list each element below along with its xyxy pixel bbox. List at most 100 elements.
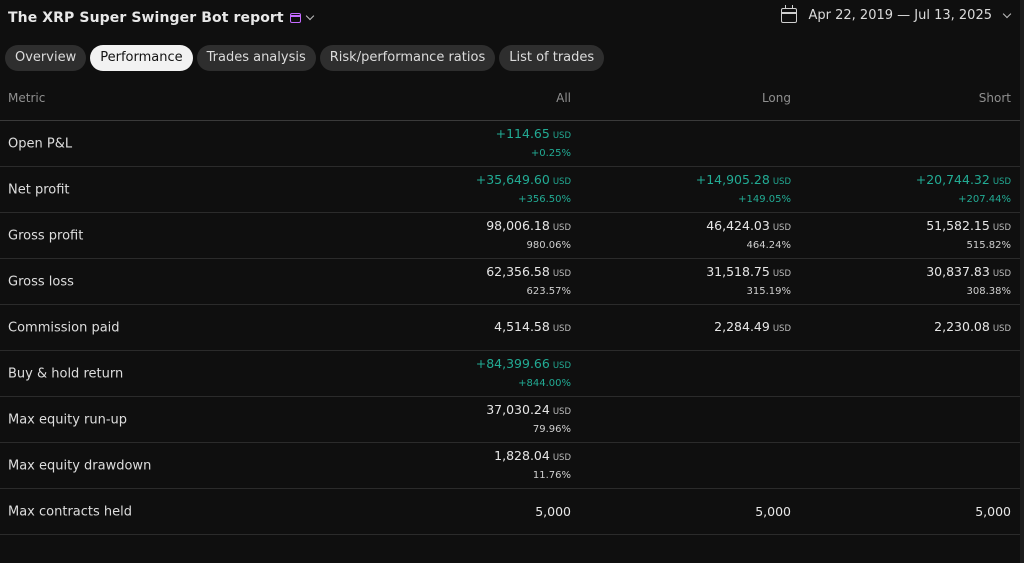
cell-value: 4,514.58 USD bbox=[494, 319, 571, 337]
cell-long: 5,000 bbox=[755, 504, 791, 520]
tab-trades-analysis[interactable]: Trades analysis bbox=[196, 45, 316, 71]
value-text: 5,000 bbox=[975, 503, 1011, 519]
cell-short: 30,837.83 USD 308.38% bbox=[926, 264, 1011, 299]
cell-value: +114.65 USD bbox=[496, 126, 571, 144]
cell-value: 30,837.83 USD bbox=[926, 264, 1011, 282]
currency-unit: USD bbox=[992, 323, 1011, 334]
table-row: Commission paid 4,514.58 USD 2,284.49 USD 2,2… bbox=[0, 305, 1020, 351]
currency-unit: USD bbox=[772, 323, 791, 334]
column-header-metric: Metric bbox=[8, 91, 46, 105]
cell-all: +84,399.66 USD +844.00% bbox=[476, 356, 571, 391]
cell-all: 62,356.58 USD 623.57% bbox=[486, 264, 571, 299]
tab-risk-performance-ratios[interactable]: Risk/performance ratios bbox=[319, 45, 496, 71]
chevron-down-icon[interactable] bbox=[305, 11, 314, 21]
percent-value: 11.76% bbox=[532, 470, 571, 481]
currency-unit: USD bbox=[552, 361, 571, 371]
currency-unit: USD bbox=[552, 177, 571, 187]
cell-all: 1,828.04 USD 11.76% bbox=[494, 448, 571, 483]
percent-value: +356.50% bbox=[518, 194, 571, 205]
percent-value: 515.82% bbox=[966, 240, 1012, 251]
table-row: Gross loss 62,356.58 USD 623.57% 31,518.75 US… bbox=[0, 259, 1020, 305]
cell-value: 46,424.03 USD bbox=[706, 218, 791, 236]
percent-value: 623.57% bbox=[526, 286, 572, 297]
cell-all: 37,030.24 USD 79.96% bbox=[486, 402, 571, 437]
performance-table: Metric All Long Short Open P&L +114.65 USD… bbox=[0, 76, 1020, 535]
currency-unit: USD bbox=[552, 131, 571, 141]
cell-value: +14,905.28 USD bbox=[696, 172, 791, 190]
metric-label: Gross loss bbox=[8, 274, 74, 289]
value-text: 2,230.08 bbox=[934, 318, 990, 334]
cell-value: 2,284.49 USD bbox=[714, 319, 791, 337]
percent-value: 315.19% bbox=[746, 286, 792, 297]
currency-unit: USD bbox=[992, 223, 1011, 233]
chevron-down-icon[interactable] bbox=[1002, 9, 1012, 18]
value-text: 62,356.58 bbox=[486, 264, 550, 279]
currency-unit: USD bbox=[552, 453, 571, 463]
tab-list-of-trades[interactable]: List of trades bbox=[499, 45, 605, 71]
metric-label: Max equity run-up bbox=[8, 412, 128, 427]
calendar-badge-icon bbox=[289, 13, 301, 23]
value-text: 1,828.04 bbox=[494, 448, 550, 463]
cell-long: 46,424.03 USD 464.24% bbox=[706, 218, 791, 253]
percent-value: 79.96% bbox=[532, 424, 571, 435]
report-title[interactable]: The XRP Super Swinger Bot report bbox=[8, 10, 314, 26]
report-header: The XRP Super Swinger Bot report Apr 22,… bbox=[0, 0, 1024, 38]
value-text: 5,000 bbox=[535, 503, 571, 519]
currency-unit: USD bbox=[992, 177, 1011, 187]
column-header-all: All bbox=[556, 91, 571, 105]
percent-value: +844.00% bbox=[518, 378, 571, 389]
cell-value: 5,000 bbox=[535, 504, 571, 520]
date-range-picker[interactable]: Apr 22, 2019 — Jul 13, 2025 bbox=[780, 5, 1012, 23]
strategy-report: The XRP Super Swinger Bot report Apr 22,… bbox=[0, 0, 1024, 563]
currency-unit: USD bbox=[552, 269, 571, 279]
tab-overview[interactable]: Overview bbox=[5, 45, 87, 71]
column-header-short: Short bbox=[978, 91, 1011, 105]
tab-performance[interactable]: Performance bbox=[90, 45, 193, 71]
cell-value: +84,399.66 USD bbox=[476, 356, 571, 374]
cell-value: +20,744.32 USD bbox=[916, 172, 1011, 190]
cell-value: 37,030.24 USD bbox=[486, 402, 571, 420]
table-header: Metric All Long Short bbox=[0, 76, 1020, 121]
value-text: 37,030.24 bbox=[486, 402, 550, 417]
cell-short: 2,230.08 USD bbox=[934, 319, 1011, 337]
table-row: Buy & hold return +84,399.66 USD +844.00% bbox=[0, 351, 1020, 397]
cell-all: 5,000 bbox=[535, 504, 571, 520]
cell-value: 2,230.08 USD bbox=[934, 319, 1011, 337]
table-row: Max equity run-up 37,030.24 USD 79.96% bbox=[0, 397, 1020, 443]
value-text: 98,006.18 bbox=[486, 218, 550, 233]
cell-short: +20,744.32 USD +207.44% bbox=[916, 172, 1011, 207]
table-row: Max contracts held 5,000 5,000 5,000 bbox=[0, 489, 1020, 535]
percent-value: +207.44% bbox=[958, 194, 1011, 205]
report-tabs: Overview Performance Trades analysis Risk/p… bbox=[5, 45, 605, 71]
percent-value: 464.24% bbox=[746, 240, 792, 251]
percent-value: 308.38% bbox=[966, 286, 1012, 297]
cell-value: 5,000 bbox=[755, 504, 791, 520]
date-range-text: Apr 22, 2019 — Jul 13, 2025 bbox=[808, 8, 993, 23]
currency-unit: USD bbox=[552, 323, 571, 334]
currency-unit: USD bbox=[992, 269, 1011, 279]
value-text: +114.65 bbox=[495, 126, 550, 141]
value-text: 51,582.15 bbox=[926, 218, 990, 233]
metric-label: Gross profit bbox=[8, 228, 84, 243]
value-text: +35,649.60 bbox=[475, 172, 550, 187]
metric-label: Commission paid bbox=[8, 320, 120, 335]
value-text: 46,424.03 bbox=[706, 218, 770, 233]
table-body: Open P&L +114.65 USD +0.25% Net profit +35,64… bbox=[0, 121, 1020, 535]
currency-unit: USD bbox=[772, 223, 791, 233]
percent-value: 980.06% bbox=[526, 240, 572, 251]
cell-value: +35,649.60 USD bbox=[476, 172, 571, 190]
metric-label: Buy & hold return bbox=[8, 366, 124, 381]
metric-label: Max contracts held bbox=[8, 504, 133, 519]
value-text: 5,000 bbox=[755, 503, 791, 519]
value-text: +20,744.32 bbox=[915, 172, 990, 187]
table-row: Max equity drawdown 1,828.04 USD 11.76% bbox=[0, 443, 1020, 489]
cell-long: 31,518.75 USD 315.19% bbox=[706, 264, 791, 299]
cell-all: +35,649.60 USD +356.50% bbox=[476, 172, 571, 207]
cell-value: 31,518.75 USD bbox=[706, 264, 791, 282]
value-text: 2,284.49 bbox=[714, 318, 770, 334]
column-header-long: Long bbox=[761, 91, 791, 105]
scrollbar[interactable] bbox=[1020, 0, 1024, 563]
cell-all: 98,006.18 USD 980.06% bbox=[486, 218, 571, 253]
percent-value: +0.25% bbox=[530, 148, 571, 159]
cell-value: 98,006.18 USD bbox=[486, 218, 571, 236]
